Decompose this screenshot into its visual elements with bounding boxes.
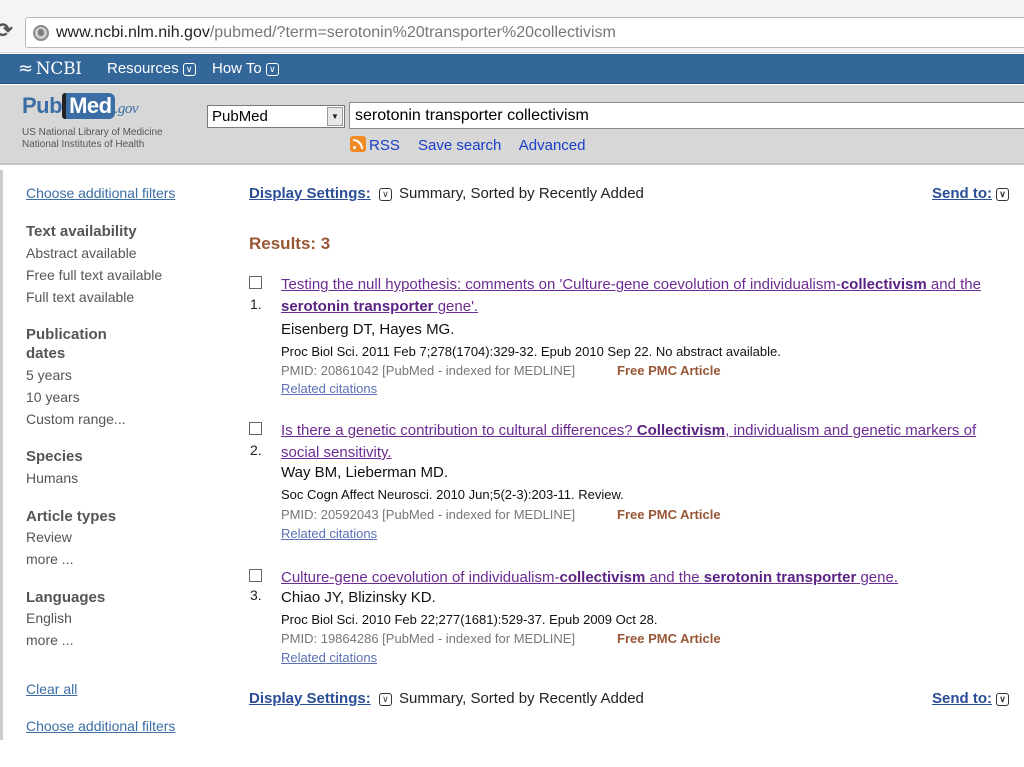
nlm-subtitle: US National Library of Medicine National… <box>22 127 163 150</box>
ncbi-logo[interactable]: ≈ NCBI <box>18 58 82 79</box>
free-pmc-article-link[interactable]: Free PMC Article <box>617 363 721 378</box>
address-bar[interactable]: www.ncbi.nlm.nih.gov/pubmed/?term=seroto… <box>25 17 1024 48</box>
chevron-down-icon[interactable]: ∨ <box>378 188 392 201</box>
result-authors: Chiao JY, Blizinsky KD. <box>281 589 436 606</box>
dropdown-arrow-icon[interactable]: ▼ <box>327 107 343 126</box>
clear-all-link[interactable]: Clear all <box>26 681 77 697</box>
related-citations-link[interactable]: Related citations <box>281 381 377 396</box>
filter-english[interactable]: English <box>26 610 72 626</box>
free-pmc-article-link[interactable]: Free PMC Article <box>617 507 721 522</box>
result-title-link[interactable]: Testing the null hypothesis: comments on… <box>281 274 1011 318</box>
save-search-link[interactable]: Save search <box>418 137 501 154</box>
filter-heading-languages: Languages <box>26 589 106 606</box>
result-pmid: PMID: 20861042 [PubMed - indexed for MED… <box>281 363 576 378</box>
chevron-down-icon[interactable]: ∨ <box>378 693 392 706</box>
browser-toolbar: ⟳ www.ncbi.nlm.nih.gov/pubmed/?term=sero… <box>0 0 1024 53</box>
result-pmid: PMID: 19864286 [PubMed - indexed for MED… <box>281 631 576 646</box>
filter-10-years[interactable]: 10 years <box>26 389 80 405</box>
filter-languages-more[interactable]: more ... <box>26 632 73 648</box>
filter-free-full-text[interactable]: Free full text available <box>26 267 162 283</box>
database-select[interactable]: PubMed ▼ <box>207 105 345 128</box>
chevron-down-icon: ∨ <box>265 63 279 76</box>
search-links: RSS Save search Advanced <box>350 136 599 154</box>
filter-5-years[interactable]: 5 years <box>26 367 72 383</box>
pubmed-logo[interactable]: Pub Med .gov <box>22 93 138 119</box>
globe-icon <box>33 25 49 41</box>
result-journal: Proc Biol Sci. 2010 Feb 22;277(1681):529… <box>281 612 658 627</box>
filter-article-types-more[interactable]: more ... <box>26 551 73 567</box>
choose-filters-link[interactable]: Choose additional filters <box>26 185 175 201</box>
result-checkbox[interactable] <box>249 276 262 289</box>
result-checkbox[interactable] <box>249 422 262 435</box>
url-text[interactable]: www.ncbi.nlm.nih.gov/pubmed/?term=seroto… <box>56 24 616 42</box>
result-title-link[interactable]: Is there a genetic contribution to cultu… <box>281 420 1011 464</box>
result-checkbox[interactable] <box>249 569 262 582</box>
filter-heading-species: Species <box>26 448 83 465</box>
resources-menu[interactable]: Resources ∨ <box>107 60 196 77</box>
filter-heading-article-types: Article types <box>26 508 117 525</box>
search-header: Pub Med .gov US National Library of Medici… <box>0 85 1024 165</box>
chevron-down-icon: ∨ <box>182 63 196 76</box>
filter-review[interactable]: Review <box>26 529 72 545</box>
choose-filters-link-bottom[interactable]: Choose additional filters <box>26 718 175 734</box>
chevron-down-icon[interactable]: ∨ <box>996 693 1009 706</box>
result-number: 3. <box>250 587 262 603</box>
advanced-search-link[interactable]: Advanced <box>519 137 586 154</box>
filter-abstract-available[interactable]: Abstract available <box>26 245 137 261</box>
filter-sidebar: Choose additional filters Text availabil… <box>0 170 230 740</box>
rss-link[interactable]: RSS <box>369 137 400 154</box>
send-to-menu[interactable]: Send to: ∨ <box>932 690 1009 707</box>
reload-icon[interactable]: ⟳ <box>0 20 16 42</box>
display-settings-link[interactable]: Display Settings: <box>249 690 371 707</box>
filter-humans[interactable]: Humans <box>26 470 78 486</box>
free-pmc-article-link[interactable]: Free PMC Article <box>617 631 721 646</box>
display-settings-bar-bottom: Display Settings: ∨ Summary, Sorted by R… <box>249 690 1019 710</box>
result-authors: Way BM, Lieberman MD. <box>281 464 448 481</box>
result-title-link[interactable]: Culture-gene coevolution of individualis… <box>281 567 1011 589</box>
result-number: 1. <box>250 296 262 312</box>
filter-heading-text-availability: Text availability <box>26 223 137 240</box>
result-journal: Soc Cogn Affect Neurosci. 2010 Jun;5(2-3… <box>281 487 624 502</box>
related-citations-link[interactable]: Related citations <box>281 650 377 665</box>
result-journal: Proc Biol Sci. 2011 Feb 7;278(1704):329-… <box>281 344 781 359</box>
results-count: Results: 3 <box>249 234 331 253</box>
display-settings-value: Summary, Sorted by Recently Added <box>399 185 644 202</box>
filter-custom-range[interactable]: Custom range... <box>26 411 126 427</box>
dna-helix-icon: ≈ <box>18 58 33 79</box>
display-settings-link[interactable]: Display Settings: <box>249 185 371 202</box>
display-settings-value: Summary, Sorted by Recently Added <box>399 690 644 707</box>
chevron-down-icon[interactable]: ∨ <box>996 188 1009 201</box>
search-input[interactable] <box>349 102 1024 129</box>
how-to-menu[interactable]: How To ∨ <box>212 60 279 77</box>
ncbi-nav-bar: ≈ NCBI Resources ∨ How To ∨ <box>0 54 1024 84</box>
result-number: 2. <box>250 442 262 458</box>
result-authors: Eisenberg DT, Hayes MG. <box>281 321 455 338</box>
results-main: Display Settings: ∨ Summary, Sorted by R… <box>249 170 1024 767</box>
result-pmid: PMID: 20592043 [PubMed - indexed for MED… <box>281 507 576 522</box>
send-to-menu[interactable]: Send to: ∨ <box>932 185 1009 202</box>
display-settings-bar-top: Display Settings: ∨ Summary, Sorted by R… <box>249 185 1019 205</box>
filter-heading-publication-dates: Publication dates <box>26 326 107 362</box>
rss-icon[interactable] <box>350 136 366 152</box>
related-citations-link[interactable]: Related citations <box>281 526 377 541</box>
filter-full-text[interactable]: Full text available <box>26 289 134 305</box>
